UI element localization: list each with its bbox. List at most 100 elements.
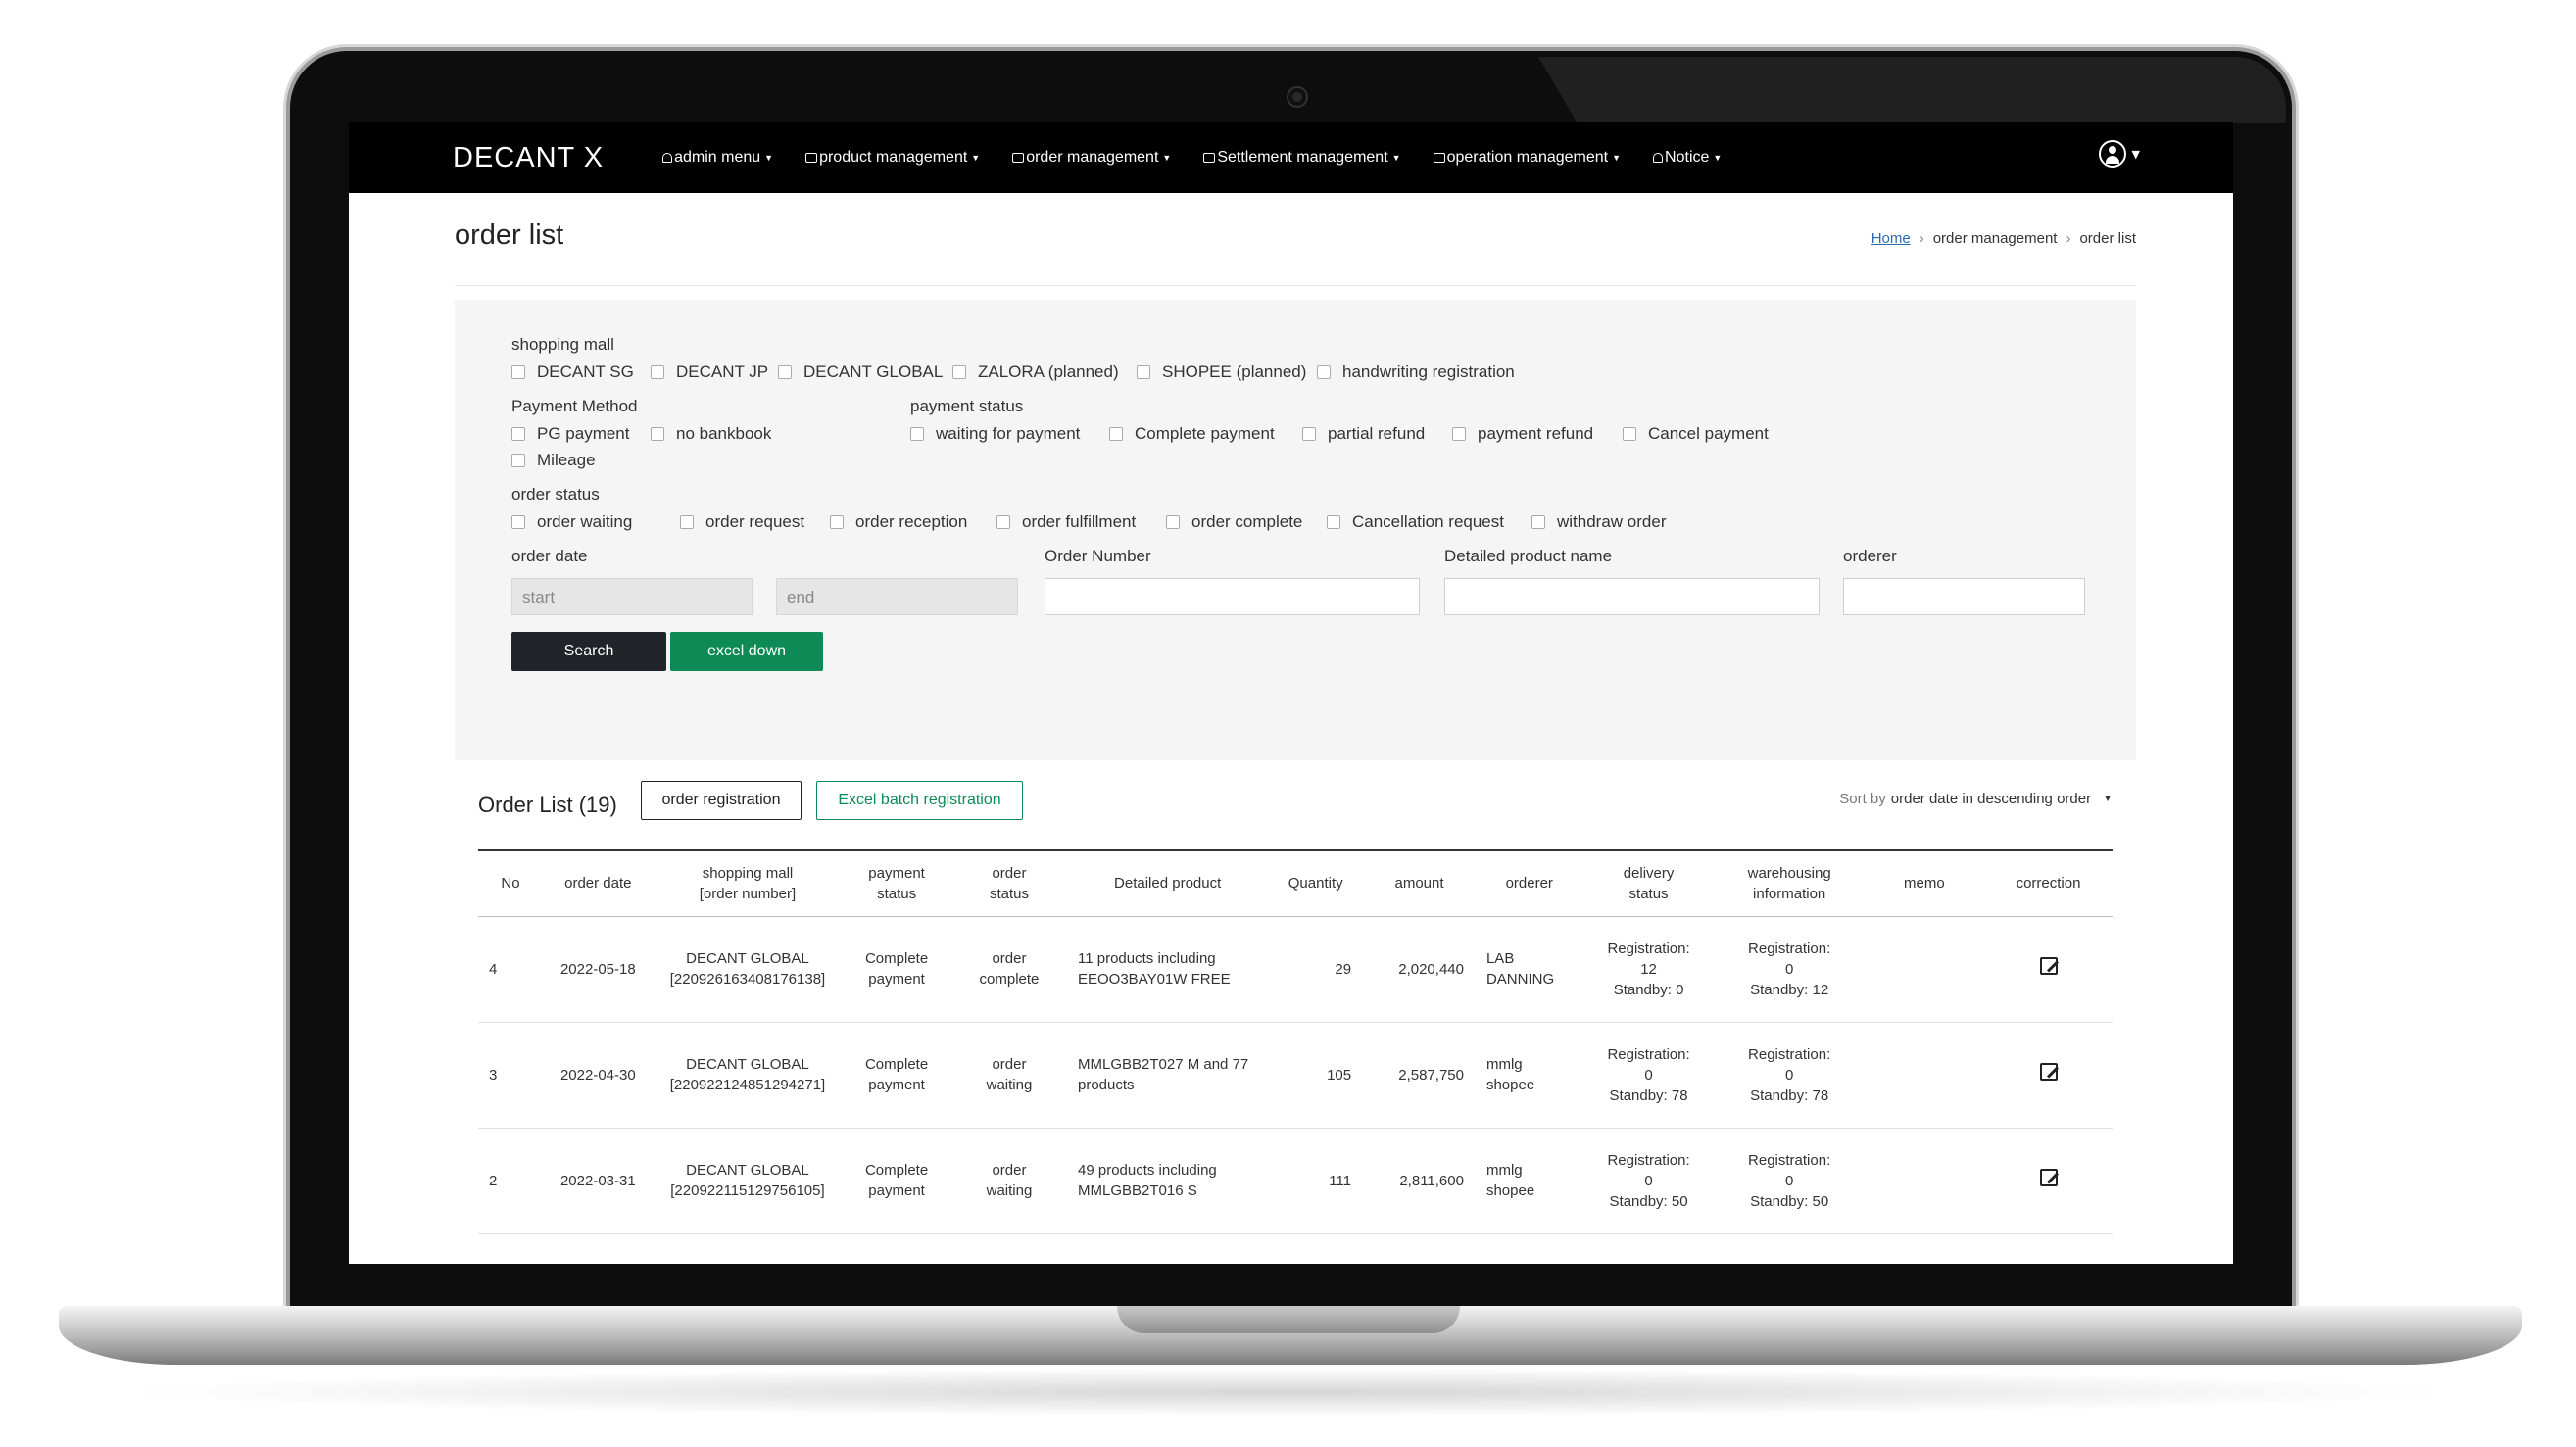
sort-dropdown[interactable]: Sort by order date in descending order ▼ [1839,791,2113,807]
nav-admin-menu[interactable]: admin menu ▼ [662,149,773,167]
caret-down-icon: ▼ [764,153,774,163]
edit-icon[interactable] [2039,957,2058,975]
order-number[interactable]: [220922115129756105] [670,1182,824,1199]
checkbox-box[interactable] [1166,515,1180,529]
checkbox-cancel-payment[interactable]: Cancel payment [1623,424,1769,444]
edit-icon[interactable] [2039,1169,2058,1186]
title-row: order list Home › order management › ord… [455,193,2136,286]
checkbox-zalora[interactable]: ZALORA (planned) [952,362,1119,382]
table-row[interactable]: 2 2022-03-31 DECANT GLOBAL [2209221151297… [478,1128,2113,1233]
checkbox-mileage[interactable]: Mileage [511,451,596,470]
product-name-input[interactable] [1444,578,1820,615]
checkbox-order-waiting[interactable]: order waiting [511,512,632,532]
checkbox-box[interactable] [952,365,966,379]
checkbox-box[interactable] [1531,515,1545,529]
checkbox-box[interactable] [511,365,525,379]
checkbox-box[interactable] [680,515,694,529]
order-number[interactable]: [220922124851294271] [670,1077,826,1093]
checkbox-decant-jp[interactable]: DECANT JP [651,362,768,382]
col-order-status[interactable]: order status [951,850,1067,916]
checkbox-box[interactable] [1623,427,1636,441]
col-label: order [992,864,1027,882]
search-button[interactable]: Search [511,632,666,671]
cell-detailed-product[interactable]: 11 products including EEOO3BAY01W FREE [1067,916,1268,1022]
table-row[interactable]: 3 2022-04-30 DECANT GLOBAL [2209221248512… [478,1022,2113,1128]
checkbox-decant-global[interactable]: DECANT GLOBAL [778,362,943,382]
checkbox-order-complete[interactable]: order complete [1166,512,1302,532]
brand-logo[interactable]: DECANT X [453,142,604,174]
order-number-input[interactable] [1045,578,1420,615]
checkbox-order-request[interactable]: order request [680,512,804,532]
checkbox-no-bankbook[interactable]: no bankbook [651,424,771,444]
checkbox-order-fulfillment[interactable]: order fulfillment [996,512,1136,532]
breadcrumb-home-link[interactable]: Home [1871,230,1911,247]
checkbox-box[interactable] [511,454,525,467]
checkbox-shopee[interactable]: SHOPEE (planned) [1137,362,1306,382]
table-row[interactable]: 4 2022-05-18 DECANT GLOBAL [2209261634081… [478,916,2113,1022]
checkbox-box[interactable] [1317,365,1331,379]
checkbox-box[interactable] [910,427,924,441]
cell-detailed-product[interactable]: 49 products including MMLGBB2T016 S [1067,1128,1268,1233]
checkbox-box[interactable] [1302,427,1316,441]
checkbox-box[interactable] [830,515,844,529]
start-date-input[interactable]: start [511,578,753,615]
checkbox-box[interactable] [511,427,525,441]
col-no[interactable]: No [478,850,543,916]
nav-notice[interactable]: Notice ▼ [1653,149,1722,167]
col-warehousing-info[interactable]: warehousing information [1715,850,1865,916]
user-menu[interactable]: ▼ [2098,140,2140,168]
checkbox-partial-refund[interactable]: partial refund [1302,424,1425,444]
end-date-input[interactable]: end [776,578,1018,615]
col-label: order date [564,875,632,892]
edit-icon[interactable] [2039,1063,2058,1081]
order-registration-button[interactable]: order registration [641,781,802,820]
col-shopping-mall[interactable]: shopping mall [order number] [654,850,843,916]
checkbox-label: DECANT GLOBAL [803,362,944,381]
nav-order-management[interactable]: order management ▼ [1012,149,1171,167]
col-correction[interactable]: correction [1984,850,2113,916]
excel-batch-registration-button[interactable]: Excel batch registration [816,781,1023,820]
col-amount[interactable]: amount [1363,850,1476,916]
cell-memo [1865,916,1984,1022]
breadcrumb-item[interactable]: order management [1933,230,2058,247]
checkbox-label: no bankbook [676,424,772,443]
checkbox-handwriting[interactable]: handwriting registration [1317,362,1515,382]
checkbox-box[interactable] [996,515,1010,529]
checkbox-label: handwriting registration [1342,362,1515,381]
col-delivery-status[interactable]: delivery status [1583,850,1715,916]
cell-shopping-mall: DECANT GLOBAL [220926163408176138] [654,916,843,1022]
checkbox-box[interactable] [1452,427,1466,441]
checkbox-box[interactable] [651,427,664,441]
excel-down-button[interactable]: excel down [670,632,823,671]
checkbox-box[interactable] [1109,427,1123,441]
checkbox-waiting-payment[interactable]: waiting for payment [910,424,1080,444]
col-memo[interactable]: memo [1865,850,1984,916]
nav-product-management[interactable]: product management ▼ [805,149,980,167]
checkbox-box[interactable] [511,515,525,529]
cell-order-status: order complete [951,916,1067,1022]
checkbox-label: payment refund [1478,424,1594,443]
checkbox-withdraw-order[interactable]: withdraw order [1531,512,1667,532]
checkbox-decant-sg[interactable]: DECANT SG [511,362,634,382]
col-order-date[interactable]: order date [543,850,654,916]
checkbox-pg-payment[interactable]: PG payment [511,424,630,444]
col-quantity[interactable]: Quantity [1268,850,1363,916]
checkbox-cancellation-request[interactable]: Cancellation request [1327,512,1504,532]
order-number[interactable]: [220926163408176138] [670,971,826,988]
sort-prefix: Sort by [1839,791,1886,807]
cell-no: 3 [489,1066,498,1084]
col-payment-status[interactable]: payment status [842,850,951,916]
checkbox-box[interactable] [651,365,664,379]
checkbox-order-reception[interactable]: order reception [830,512,967,532]
checkbox-complete-payment[interactable]: Complete payment [1109,424,1275,444]
col-orderer[interactable]: orderer [1476,850,1583,916]
cell-detailed-product[interactable]: MMLGBB2T027 M and 77 products [1067,1022,1268,1128]
nav-operation-management[interactable]: operation management ▼ [1433,149,1621,167]
col-detailed-product[interactable]: Detailed product [1067,850,1268,916]
orderer-input[interactable] [1843,578,2085,615]
checkbox-box[interactable] [778,365,792,379]
checkbox-payment-refund[interactable]: payment refund [1452,424,1593,444]
checkbox-box[interactable] [1327,515,1340,529]
checkbox-box[interactable] [1137,365,1150,379]
nav-settlement-management[interactable]: Settlement management ▼ [1203,149,1401,167]
